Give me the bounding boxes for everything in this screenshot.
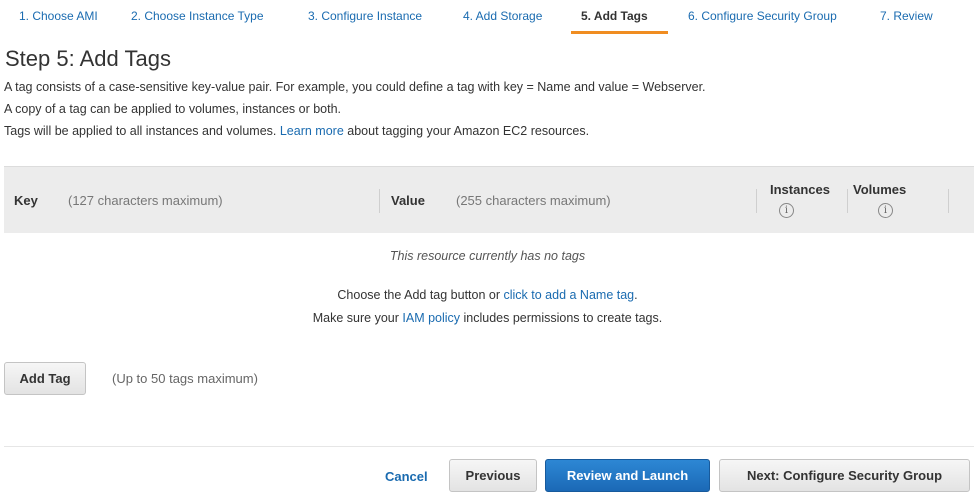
add-tag-button[interactable]: Add Tag (4, 362, 86, 395)
cancel-button[interactable]: Cancel (385, 469, 428, 484)
description-line-3-suffix: about tagging your Amazon EC2 resources. (343, 124, 590, 138)
next-configure-security-group-button[interactable]: Next: Configure Security Group (719, 459, 970, 492)
wizard-step-configure-instance[interactable]: 3. Configure Instance (308, 9, 422, 23)
previous-button[interactable]: Previous (449, 459, 537, 492)
key-column-label: Key (14, 193, 38, 208)
iam-policy-hint-suffix: includes permissions to create tags. (460, 311, 663, 325)
wizard-step-add-tags[interactable]: 5. Add Tags (581, 9, 648, 23)
footer-divider (4, 446, 974, 447)
column-divider (756, 189, 757, 213)
add-name-tag-link[interactable]: click to add a Name tag (504, 288, 635, 302)
wizard-step-configure-security-group[interactable]: 6. Configure Security Group (688, 9, 837, 23)
column-divider (379, 189, 380, 213)
review-and-launch-button[interactable]: Review and Launch (545, 459, 710, 492)
volumes-column-label: Volumes (853, 182, 907, 197)
value-column-label: Value (391, 193, 425, 208)
tag-limit-text: (Up to 50 tags maximum) (112, 371, 258, 386)
add-tag-hint-text: Choose the Add tag button or (337, 288, 504, 302)
column-divider (847, 189, 848, 213)
page-title: Step 5: Add Tags (5, 46, 171, 71)
wizard-step-review[interactable]: 7. Review (880, 9, 933, 23)
learn-more-link[interactable]: Learn more (280, 124, 344, 138)
add-tag-hint-suffix: . (634, 288, 638, 302)
instances-column-label: Instances (770, 182, 830, 197)
wizard-step-choose-ami[interactable]: 1. Choose AMI (19, 9, 98, 23)
description-line-1: A tag consists of a case-sensitive key-v… (4, 80, 706, 94)
active-step-indicator (571, 31, 668, 34)
iam-policy-hint: Make sure your IAM policy includes permi… (0, 311, 975, 325)
description-line-3: Tags will be applied to all instances an… (4, 124, 589, 138)
description-line-3-text: Tags will be applied to all instances an… (4, 124, 280, 138)
key-column-hint: (127 characters maximum) (68, 193, 223, 208)
iam-policy-hint-text: Make sure your (312, 311, 403, 325)
tags-table-header: Key (127 characters maximum) Value (255 … (4, 166, 974, 233)
value-column-hint: (255 characters maximum) (456, 193, 611, 208)
instances-info-icon[interactable]: i (779, 203, 794, 218)
wizard-nav: 1. Choose AMI 2. Choose Instance Type 3.… (0, 0, 975, 34)
description-line-2: A copy of a tag can be applied to volume… (4, 102, 342, 116)
column-divider (948, 189, 949, 213)
add-tag-hint: Choose the Add tag button or click to ad… (0, 288, 975, 302)
wizard-step-add-storage[interactable]: 4. Add Storage (463, 9, 542, 23)
wizard-step-choose-instance-type[interactable]: 2. Choose Instance Type (131, 9, 264, 23)
empty-tags-message: This resource currently has no tags (389, 249, 586, 263)
iam-policy-link[interactable]: IAM policy (402, 311, 460, 325)
volumes-info-icon[interactable]: i (878, 203, 893, 218)
